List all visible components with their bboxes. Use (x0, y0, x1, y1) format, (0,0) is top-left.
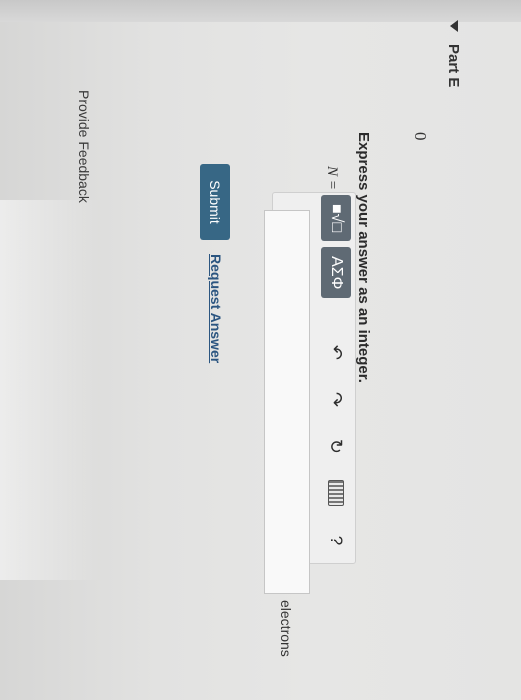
screen-bezel (0, 0, 521, 22)
units-label: electrons (278, 600, 294, 657)
provide-feedback-link[interactable]: Provide Feedback (76, 90, 92, 203)
photo-background: Part E 0 Express your answer as an integ… (0, 0, 521, 700)
templates-button[interactable]: ■√□ (321, 195, 351, 242)
help-icon[interactable]: ? (321, 520, 351, 561)
collapse-triangle-icon[interactable] (450, 20, 458, 32)
redo-icon[interactable]: ↷ (321, 379, 351, 420)
undo-icon[interactable]: ↶ (321, 332, 351, 373)
math-toolbar: ■√□ ΑΣΦ ↶ ↷ ↻ ? (319, 195, 353, 561)
part-title: Part E (445, 44, 463, 88)
reset-icon[interactable]: ↻ (321, 426, 351, 467)
given-value: 0 (411, 132, 430, 141)
question-prompt: Express your answer as an integer. (355, 132, 372, 383)
keyboard-button[interactable] (321, 473, 351, 514)
question-page: Part E 0 Express your answer as an integ… (40, 20, 500, 700)
part-header[interactable]: Part E (444, 20, 464, 87)
variable-label: N = (324, 166, 340, 190)
answer-input[interactable] (264, 210, 310, 594)
request-answer-link[interactable]: Request Answer (208, 254, 224, 363)
keyboard-icon (328, 480, 344, 507)
submit-button[interactable]: Submit (200, 164, 230, 240)
symbols-button[interactable]: ΑΣΦ (321, 247, 351, 299)
